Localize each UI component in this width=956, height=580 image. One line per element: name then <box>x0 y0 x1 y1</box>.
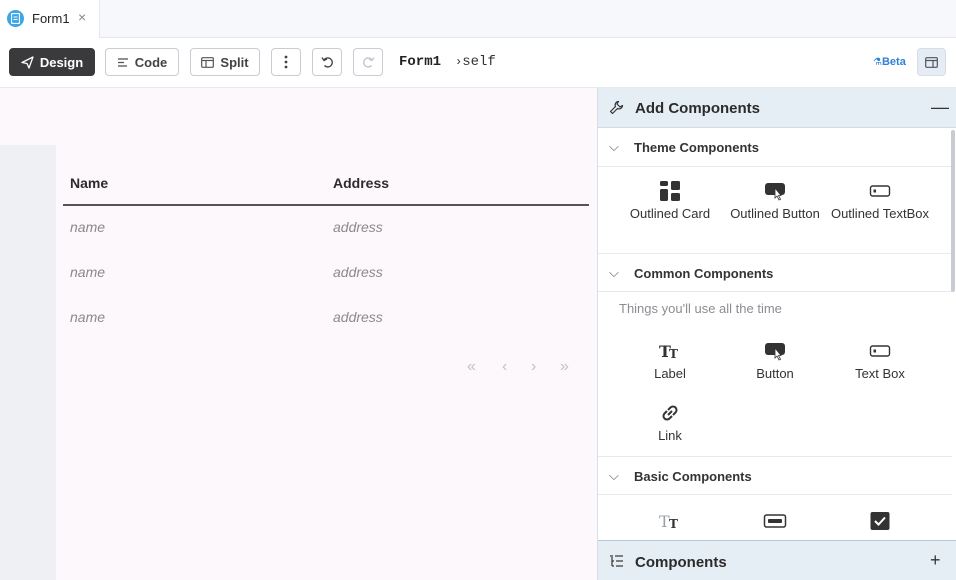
component-link[interactable]: Link <box>620 402 720 443</box>
layout-icon <box>925 56 938 68</box>
flask-icon: ⚗ <box>873 57 882 68</box>
add-components-panel: Add Components — ⌵ Theme Components Outl… <box>597 88 956 580</box>
section-title: Common Components <box>634 266 774 281</box>
component-outlined-button[interactable]: Outlined Button <box>725 180 825 221</box>
add-components-header[interactable]: Add Components — <box>598 88 956 128</box>
beta-label: Beta <box>881 56 906 68</box>
table-cell-name: name <box>70 264 106 280</box>
split-button[interactable]: Split <box>190 48 260 76</box>
split-view-icon <box>201 56 215 68</box>
component-button[interactable]: Button <box>725 340 825 381</box>
redo-button[interactable] <box>353 48 383 76</box>
last-page-icon[interactable]: » <box>560 358 569 376</box>
self-label: self <box>462 54 496 70</box>
components-panel-header[interactable]: Components + <box>598 540 956 580</box>
component-label[interactable]: TT Label <box>620 340 720 381</box>
form-file-icon <box>7 10 24 27</box>
table-cell-name: name <box>70 219 106 235</box>
code-lines-icon <box>117 57 128 67</box>
undo-button[interactable] <box>312 48 342 76</box>
more-vertical-icon <box>284 55 288 69</box>
code-button[interactable]: Code <box>105 48 179 76</box>
svg-text:T: T <box>669 517 678 531</box>
collapse-icon[interactable]: — <box>931 97 949 118</box>
design-canvas[interactable] <box>0 88 597 580</box>
checkbox-icon <box>870 512 890 530</box>
text-label-icon: TT <box>659 342 678 361</box>
expand-plus-icon[interactable]: + <box>930 550 941 571</box>
component-label: Outlined TextBox <box>830 206 930 221</box>
design-button[interactable]: Design <box>9 48 95 76</box>
table-header-divider <box>63 204 589 206</box>
close-tab-icon[interactable]: × <box>78 9 86 25</box>
design-label: Design <box>39 54 84 70</box>
component-label-text: Button <box>756 366 794 381</box>
component-label-text: Label <box>654 366 686 381</box>
column-header-name: Name <box>70 175 109 191</box>
table-cell-name: name <box>70 309 106 325</box>
component-outlined-textbox[interactable]: Outlined TextBox <box>830 180 930 221</box>
link-icon <box>662 405 678 421</box>
section-description: Things you'll use all the time <box>619 301 782 316</box>
self-breadcrumb[interactable]: ›self <box>455 54 496 70</box>
tab-label: Form1 <box>32 11 70 26</box>
tab-bar: Form1 × <box>0 0 956 38</box>
send-icon <box>21 55 34 69</box>
table-cell-address: address <box>333 219 383 235</box>
card-icon <box>660 181 680 201</box>
section-common-components[interactable]: ⌵ Common Components <box>598 253 952 292</box>
textbox-icon <box>869 185 891 197</box>
abc-textbox-icon <box>763 514 787 528</box>
tree-list-icon <box>610 555 623 567</box>
component-label: Outlined Card <box>629 206 711 221</box>
section-title: Basic Components <box>634 469 752 484</box>
chevron-down-icon: ⌵ <box>609 265 619 280</box>
undo-icon <box>320 57 333 68</box>
component-label-text: Text Box <box>855 366 905 381</box>
panel-title: Add Components <box>635 100 760 117</box>
panel-scrollbar[interactable] <box>951 130 955 292</box>
chevron-down-icon: ⌵ <box>609 468 619 483</box>
tab-form1[interactable]: Form1 × <box>0 0 100 38</box>
textbox-icon <box>869 345 891 357</box>
button-click-icon <box>765 343 785 361</box>
canvas-margin <box>0 145 56 580</box>
table-cell-address: address <box>333 264 383 280</box>
component-label-text: Link <box>658 428 682 443</box>
table-cell-address: address <box>333 309 383 325</box>
column-header-address: Address <box>333 175 390 191</box>
svg-text:T: T <box>669 347 678 361</box>
wrench-icon <box>609 100 624 115</box>
button-click-icon <box>765 183 785 201</box>
toggle-layout-button[interactable] <box>917 48 946 76</box>
component-basic-checkbox[interactable] <box>830 510 930 536</box>
section-title: Theme Components <box>634 140 759 155</box>
more-options-button[interactable] <box>271 48 301 76</box>
form-name: Form1 <box>399 54 442 70</box>
beta-badge[interactable]: ⚗Beta <box>873 56 906 68</box>
components-title: Components <box>635 554 727 571</box>
section-basic-components[interactable]: ⌵ Basic Components <box>598 456 952 495</box>
redo-icon <box>362 57 375 68</box>
chevron-down-icon: ⌵ <box>609 139 619 154</box>
component-basic-textbox[interactable] <box>725 510 825 536</box>
component-text-box[interactable]: Text Box <box>830 340 930 381</box>
previous-page-icon[interactable]: ‹ <box>502 358 507 376</box>
component-label: Outlined Button <box>730 206 820 221</box>
first-page-icon[interactable]: « <box>467 358 476 376</box>
split-label: Split <box>220 54 249 70</box>
component-basic-label[interactable]: TT <box>620 510 720 536</box>
next-page-icon[interactable]: › <box>531 358 536 376</box>
code-label: Code <box>134 54 168 70</box>
section-theme-components[interactable]: ⌵ Theme Components <box>598 128 952 167</box>
text-label-light-icon: TT <box>659 512 678 531</box>
component-outlined-card[interactable]: Outlined Card <box>620 180 720 221</box>
